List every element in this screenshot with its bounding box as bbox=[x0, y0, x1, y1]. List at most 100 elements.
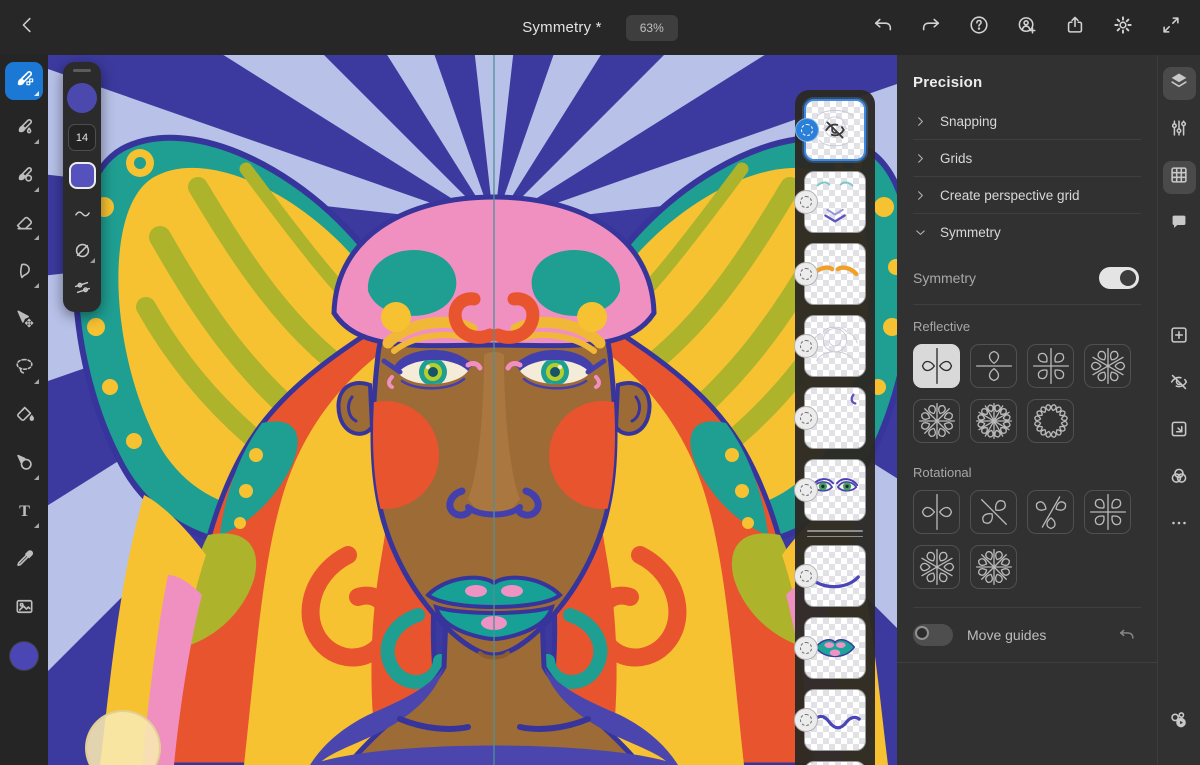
fullscreen-icon bbox=[1160, 14, 1182, 41]
document-title[interactable]: Symmetry * bbox=[522, 19, 602, 36]
hide-layer-button[interactable] bbox=[1163, 368, 1196, 401]
reflective-option-reflective-horizontal[interactable] bbox=[970, 344, 1017, 388]
stabilizer-icon[interactable] bbox=[68, 237, 96, 263]
zoom-level-badge[interactable]: 63% bbox=[625, 14, 678, 41]
tool-pixel-brush[interactable] bbox=[5, 62, 43, 100]
section-snapping[interactable]: Snapping bbox=[897, 103, 1157, 139]
undo-button[interactable] bbox=[866, 11, 900, 45]
rotational-option-rotational-2[interactable] bbox=[913, 490, 960, 534]
tool-mixer-brush[interactable] bbox=[5, 158, 43, 196]
reflective-option-reflective-4-axis[interactable] bbox=[1027, 344, 1074, 388]
panel-drag-handle[interactable] bbox=[73, 69, 91, 72]
canvas-artwork[interactable] bbox=[48, 55, 897, 765]
layer-6-thumbnail[interactable] bbox=[794, 459, 866, 521]
layer-3-thumbnail[interactable] bbox=[794, 243, 866, 305]
rotational-option-rotational-3[interactable] bbox=[1027, 490, 1074, 534]
current-color-swatch[interactable] bbox=[10, 642, 38, 670]
tool-eyedropper[interactable] bbox=[5, 542, 43, 580]
rotational-option-rotational-2-diagonal[interactable] bbox=[970, 490, 1017, 534]
taper-icon[interactable] bbox=[68, 200, 96, 226]
symmetry-badge[interactable] bbox=[794, 708, 818, 732]
symmetry-badge[interactable] bbox=[795, 118, 819, 142]
add-layer-button[interactable] bbox=[1163, 321, 1196, 354]
tool-eraser[interactable] bbox=[5, 206, 43, 244]
layers-button[interactable] bbox=[1162, 67, 1196, 100]
reflective-option-reflective-16-axis[interactable] bbox=[1027, 399, 1074, 443]
precision-button[interactable] bbox=[1162, 161, 1196, 194]
symmetry-badge[interactable] bbox=[794, 478, 818, 502]
live-brush-icon bbox=[13, 115, 36, 143]
layers-icon bbox=[1168, 70, 1190, 97]
tool-text[interactable]: T bbox=[5, 494, 43, 532]
tool-smudge[interactable] bbox=[5, 254, 43, 292]
comment-button[interactable] bbox=[1163, 208, 1196, 241]
help-button[interactable] bbox=[962, 11, 996, 45]
layer-2-thumbnail[interactable] bbox=[794, 171, 866, 233]
tool-move-transform[interactable] bbox=[5, 302, 43, 340]
brush-settings-icon[interactable] bbox=[68, 274, 96, 300]
text-icon: T bbox=[13, 499, 36, 527]
taskbar-strip bbox=[1157, 55, 1200, 765]
invite-button[interactable] bbox=[1010, 11, 1044, 45]
timelapse-button[interactable] bbox=[1163, 706, 1196, 739]
fullscreen-button[interactable] bbox=[1154, 11, 1188, 45]
eraser-icon bbox=[13, 211, 36, 239]
dashed-circle-icon bbox=[800, 268, 812, 280]
more-options-button[interactable] bbox=[1163, 509, 1196, 542]
layer-7-thumbnail[interactable] bbox=[794, 545, 866, 607]
canvas-area[interactable]: 14 bbox=[48, 55, 897, 765]
reflective-option-reflective-vertical[interactable] bbox=[913, 344, 960, 388]
layer-9-thumbnail[interactable] bbox=[794, 689, 866, 751]
symmetry-badge[interactable] bbox=[794, 406, 818, 430]
brush-preview-dot[interactable] bbox=[67, 83, 97, 113]
section-symmetry[interactable]: Symmetry bbox=[897, 214, 1157, 250]
redo-button[interactable] bbox=[914, 11, 948, 45]
color-swatch[interactable] bbox=[68, 162, 96, 189]
mixer-brush-icon bbox=[13, 163, 36, 191]
chevron-right-icon bbox=[913, 188, 928, 203]
symmetry-badge[interactable] bbox=[794, 564, 818, 588]
dashed-circle-icon bbox=[800, 714, 812, 726]
brush-size-field[interactable]: 14 bbox=[68, 124, 96, 151]
more-options-icon bbox=[1168, 512, 1190, 539]
tool-shapes[interactable] bbox=[5, 446, 43, 484]
symmetry-badge[interactable] bbox=[794, 262, 818, 286]
rotational-option-rotational-6[interactable] bbox=[913, 545, 960, 589]
move-transform-icon bbox=[13, 307, 36, 335]
reset-guides-icon[interactable] bbox=[1115, 623, 1139, 647]
rotational-options bbox=[897, 490, 1157, 589]
chevron-down-icon bbox=[913, 225, 928, 240]
layer-1-thumbnail[interactable] bbox=[795, 99, 866, 161]
settings-button[interactable] bbox=[1106, 11, 1140, 45]
section-grids[interactable]: Grids bbox=[897, 140, 1157, 176]
move-guides-toggle[interactable] bbox=[913, 624, 953, 646]
brush-options-panel[interactable]: 14 bbox=[63, 62, 101, 312]
reflective-option-reflective-12-axis[interactable] bbox=[970, 399, 1017, 443]
layer-10-thumbnail[interactable] bbox=[804, 761, 866, 765]
rotational-option-rotational-4[interactable] bbox=[1084, 490, 1131, 534]
symmetry-badge[interactable] bbox=[794, 334, 818, 358]
dashed-circle-icon bbox=[800, 484, 812, 496]
section-create-perspective-grid[interactable]: Create perspective grid bbox=[897, 177, 1157, 213]
share-button[interactable] bbox=[1058, 11, 1092, 45]
layer-group-divider[interactable] bbox=[804, 530, 866, 537]
mask-clip-button[interactable] bbox=[1163, 415, 1196, 448]
symmetry-badge[interactable] bbox=[794, 636, 818, 660]
symmetry-badge[interactable] bbox=[794, 190, 818, 214]
reflective-option-reflective-8-axis[interactable] bbox=[913, 399, 960, 443]
blend-mode-button[interactable] bbox=[1163, 462, 1196, 495]
tool-live-brush[interactable] bbox=[5, 110, 43, 148]
tool-fill[interactable] bbox=[5, 398, 43, 436]
symmetry-toggle[interactable] bbox=[1099, 267, 1139, 289]
layer-properties-button[interactable] bbox=[1163, 114, 1196, 147]
back-button[interactable] bbox=[8, 8, 48, 48]
tool-place-image[interactable] bbox=[5, 590, 43, 628]
tool-lasso-select[interactable] bbox=[5, 350, 43, 388]
rotational-option-rotational-8[interactable] bbox=[970, 545, 1017, 589]
timelapse-icon bbox=[1168, 709, 1190, 736]
layer-5-thumbnail[interactable] bbox=[794, 387, 866, 449]
layer-8-thumbnail[interactable] bbox=[794, 617, 866, 679]
section-label: Grids bbox=[940, 150, 973, 166]
reflective-option-reflective-6-axis[interactable] bbox=[1084, 344, 1131, 388]
layer-4-thumbnail[interactable] bbox=[794, 315, 866, 377]
